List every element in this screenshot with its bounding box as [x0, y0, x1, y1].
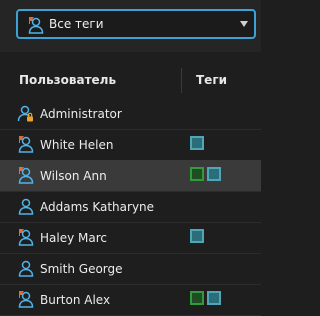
user-row[interactable]: Smith George: [0, 253, 261, 285]
column-header-tags[interactable]: Теги: [196, 73, 227, 87]
user-tags: [190, 136, 207, 152]
user-row[interactable]: Addams Katharyne: [0, 191, 261, 223]
user-row[interactable]: Haley Marc: [0, 222, 261, 254]
tag-teal[interactable]: [190, 136, 204, 150]
tag-teal[interactable]: [190, 229, 204, 243]
user-flag-icon: [18, 136, 34, 153]
user-row[interactable]: Administrator: [0, 98, 261, 130]
chevron-down-icon[interactable]: [240, 21, 248, 27]
user-row[interactable]: Burton Alex: [0, 284, 261, 316]
user-name: Smith George: [40, 262, 123, 276]
user-flag-icon: [28, 17, 44, 34]
tag-teal[interactable]: [207, 167, 221, 181]
tag-teal[interactable]: [207, 291, 221, 305]
column-separator[interactable]: [181, 68, 182, 93]
tag-filter-dropdown[interactable]: Все теги: [16, 9, 256, 39]
table-header: Пользователь Теги: [0, 62, 261, 98]
toolbar: Все теги: [0, 0, 261, 52]
tag-filter-label: Все теги: [49, 17, 104, 31]
tag-green[interactable]: [190, 291, 204, 305]
user-flag-icon: [18, 229, 34, 246]
user-name: Haley Marc: [40, 231, 107, 245]
user-row[interactable]: Wilson Ann: [0, 160, 261, 192]
user-icon: [18, 198, 34, 215]
user-flag-icon: [18, 167, 34, 184]
user-row[interactable]: White Helen: [0, 129, 261, 161]
user-tags: [190, 291, 224, 307]
user-name: Burton Alex: [40, 293, 111, 307]
user-icon: [18, 260, 34, 277]
user-name: Wilson Ann: [40, 169, 107, 183]
user-tags: [190, 167, 224, 183]
tag-green[interactable]: [190, 167, 204, 181]
user-tags: [190, 229, 207, 245]
column-header-user[interactable]: Пользователь: [19, 73, 116, 87]
user-name: White Helen: [40, 138, 114, 152]
user-lock-icon: [17, 105, 33, 122]
user-name: Addams Katharyne: [40, 200, 155, 214]
user-flag-icon: [18, 291, 34, 308]
user-name: Administrator: [40, 107, 122, 121]
